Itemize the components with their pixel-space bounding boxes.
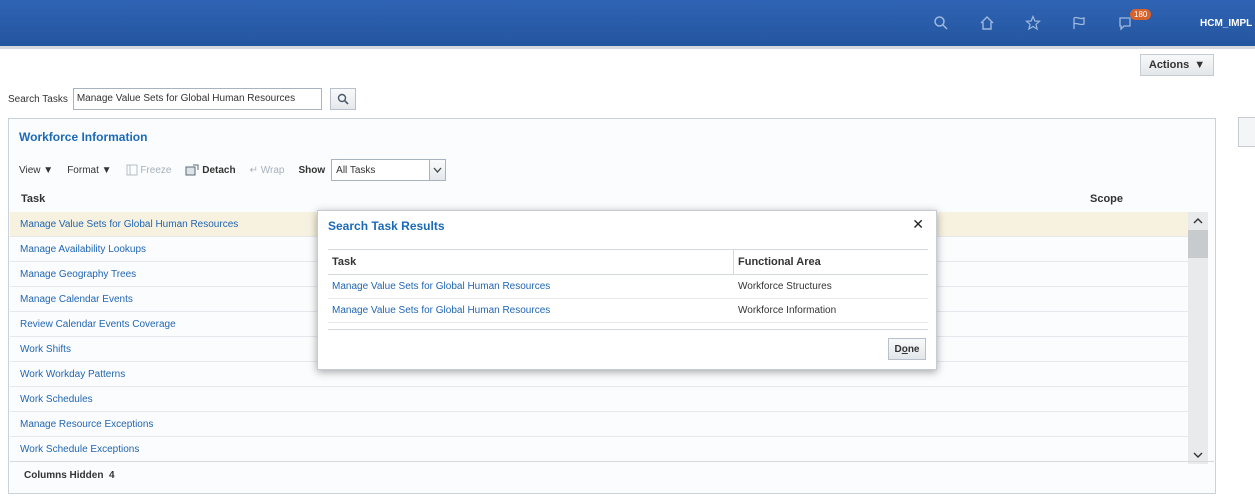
- search-icon[interactable]: [930, 12, 952, 34]
- freeze-label: Freeze: [140, 164, 172, 176]
- table-toolbar: View ▼ Format ▼ Freeze Detach ↵ Wrap Sho…: [19, 159, 447, 181]
- table-row[interactable]: Manage Value Sets for Global Human Resou…: [328, 299, 928, 323]
- wrap-icon: ↵: [249, 164, 258, 176]
- chevron-down-icon[interactable]: [429, 159, 447, 181]
- view-label: View: [19, 164, 41, 176]
- task-link[interactable]: Manage Availability Lookups: [20, 244, 146, 255]
- result-functional-area: Workforce Information: [738, 305, 837, 316]
- caret-down-icon: ▼: [43, 164, 54, 176]
- table-row[interactable]: Manage Resource Exceptions: [10, 412, 1188, 437]
- search-tasks-value: Manage Value Sets for Global Human Resou…: [76, 93, 296, 104]
- task-link[interactable]: Manage Calendar Events: [20, 294, 133, 305]
- format-label: Format: [67, 164, 99, 176]
- dialog-divider: [328, 329, 928, 330]
- table-footer: Columns Hidden 4: [10, 461, 1214, 489]
- show-filter: Show All Tasks: [298, 159, 447, 181]
- column-header-functional-area[interactable]: Functional Area: [734, 250, 821, 274]
- detach-label: Detach: [202, 164, 236, 176]
- task-link[interactable]: Manage Value Sets for Global Human Resou…: [20, 219, 238, 230]
- task-link[interactable]: Work Workday Patterns: [20, 369, 125, 380]
- search-tasks-label: Search Tasks: [8, 93, 68, 105]
- show-select[interactable]: All Tasks: [331, 159, 447, 181]
- home-icon[interactable]: [976, 12, 998, 34]
- result-task-link[interactable]: Manage Value Sets for Global Human Resou…: [328, 275, 734, 298]
- results-table-header: Task Functional Area: [328, 249, 928, 275]
- task-link[interactable]: Work Schedule Exceptions: [20, 444, 139, 455]
- column-header-task[interactable]: Task: [21, 193, 45, 205]
- dialog-title: Search Task Results: [328, 219, 445, 233]
- columns-hidden-label: Columns Hidden: [24, 470, 104, 481]
- task-link[interactable]: Manage Resource Exceptions: [20, 419, 153, 430]
- search-tasks-row: Search Tasks Manage Value Sets for Globa…: [8, 88, 356, 110]
- wrap-label: Wrap: [260, 164, 285, 176]
- task-link[interactable]: Review Calendar Events Coverage: [20, 319, 176, 330]
- flag-icon[interactable]: [1068, 12, 1090, 34]
- panel-splitter-handle[interactable]: [1238, 117, 1255, 147]
- search-task-results-dialog: Search Task Results ✕ Task Functional Ar…: [317, 210, 937, 370]
- table-row[interactable]: Work Schedules: [10, 387, 1188, 412]
- notification-count-badge: 180: [1130, 9, 1152, 20]
- search-tasks-input[interactable]: Manage Value Sets for Global Human Resou…: [72, 88, 322, 110]
- result-functional-area: Workforce Structures: [738, 281, 832, 292]
- freeze-button[interactable]: Freeze: [126, 164, 172, 176]
- column-header-task[interactable]: Task: [328, 250, 734, 274]
- results-table: Task Functional Area Manage Value Sets f…: [328, 249, 928, 323]
- caret-down-icon: ▼: [101, 164, 112, 176]
- caret-down-icon: ▼: [1194, 59, 1206, 71]
- close-icon[interactable]: ✕: [912, 216, 924, 233]
- panel-title: Workforce Information: [19, 130, 148, 144]
- task-link[interactable]: Work Schedules: [20, 394, 93, 405]
- show-select-value: All Tasks: [336, 164, 376, 176]
- chevron-up-icon[interactable]: [1188, 212, 1208, 230]
- wrap-button[interactable]: ↵ Wrap: [250, 165, 285, 176]
- done-button[interactable]: Do ne: [888, 338, 926, 360]
- magnifier-icon: [337, 93, 349, 105]
- done-label-part: ne: [907, 343, 920, 355]
- global-header: 180 HCM_IMPL: [0, 0, 1255, 46]
- done-label-part: D: [894, 343, 902, 355]
- detach-icon: [185, 164, 199, 176]
- search-tasks-button[interactable]: [329, 88, 356, 110]
- task-link[interactable]: Manage Geography Trees: [20, 269, 136, 280]
- format-menu[interactable]: Format ▼: [67, 165, 111, 176]
- show-label: Show: [298, 164, 326, 176]
- view-menu[interactable]: View ▼: [19, 165, 53, 176]
- table-scrollbar[interactable]: [1188, 212, 1208, 464]
- detach-button[interactable]: Detach: [185, 164, 236, 176]
- favorites-star-icon[interactable]: [1022, 12, 1044, 34]
- task-link[interactable]: Work Shifts: [20, 344, 71, 355]
- column-header-scope[interactable]: Scope: [1090, 193, 1123, 205]
- header-divider: [0, 46, 1255, 49]
- actions-label: Actions: [1148, 59, 1190, 71]
- table-row[interactable]: Work Schedule Exceptions: [10, 437, 1188, 462]
- scrollbar-thumb[interactable]: [1188, 230, 1208, 258]
- user-menu[interactable]: HCM_IMPL: [1200, 18, 1252, 29]
- freeze-icon: [126, 164, 138, 176]
- result-task-link[interactable]: Manage Value Sets for Global Human Resou…: [328, 299, 734, 322]
- actions-menu-button[interactable]: Actions ▼: [1140, 54, 1214, 76]
- table-row[interactable]: Manage Value Sets for Global Human Resou…: [328, 275, 928, 299]
- columns-hidden-count: 4: [109, 470, 115, 481]
- table-header: Task Scope: [10, 186, 1214, 210]
